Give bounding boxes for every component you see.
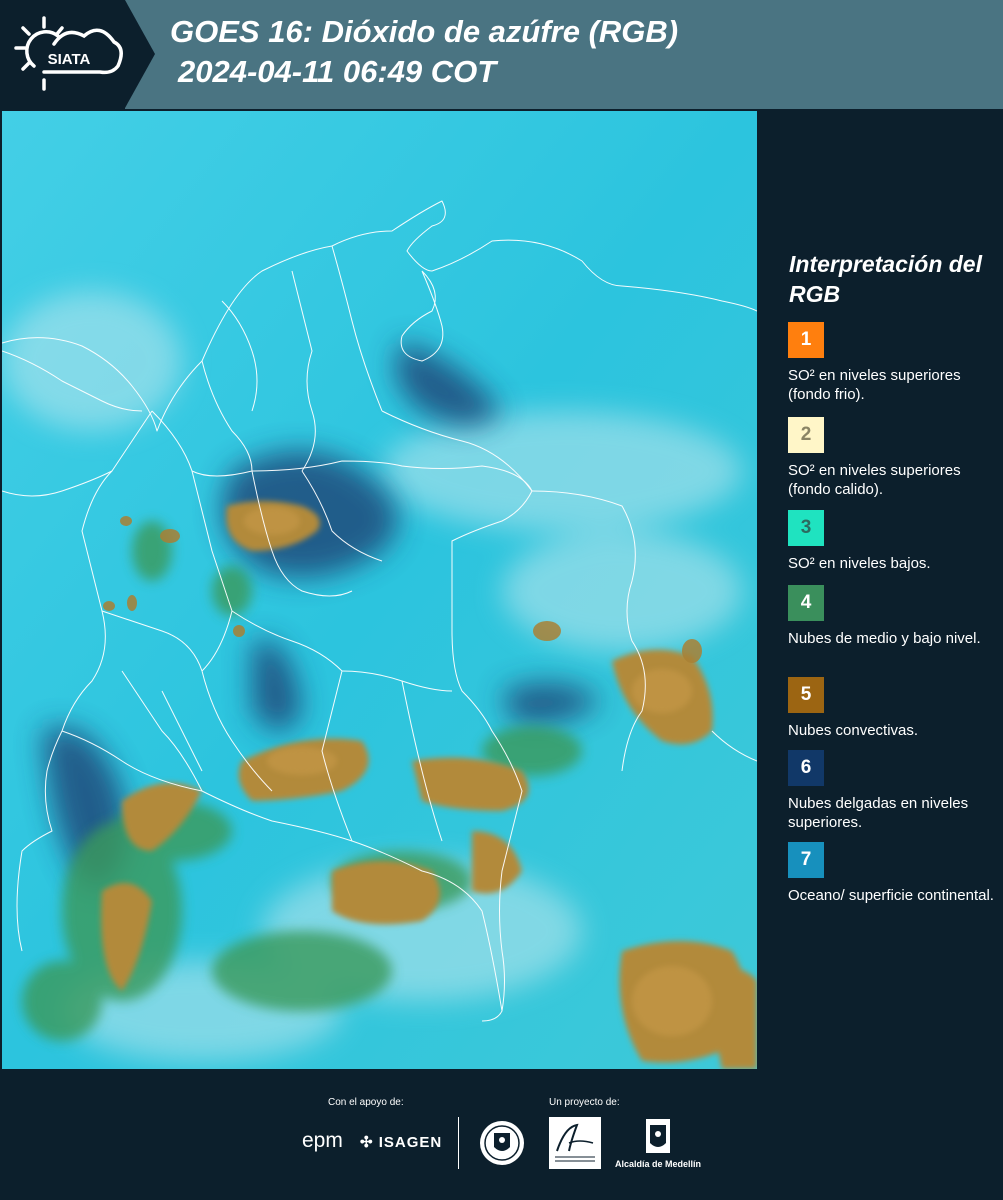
legend-swatch: 7 — [788, 842, 824, 878]
legend-label: SO² en niveles bajos. — [788, 555, 931, 572]
legend-label: Nubes de medio y bajo nivel. — [788, 630, 981, 647]
project-label: Un proyecto de: — [549, 1097, 620, 1108]
legend-swatch: 6 — [788, 750, 824, 786]
siata-logo: SIATA — [14, 16, 123, 91]
medellin-seal-icon — [480, 1121, 524, 1165]
isagen-icon: ✣ — [360, 1134, 379, 1151]
satellite-map — [2, 111, 757, 1069]
footer-divider — [458, 1117, 459, 1169]
support-label: Con el apoyo de: — [328, 1097, 404, 1108]
footer: Con el apoyo de: Un proyecto de: epm ✣ I… — [0, 1069, 1003, 1200]
legend-title: Interpretación del RGB — [789, 251, 982, 307]
alcaldia-logo: Alcaldía de Medellín — [612, 1117, 704, 1173]
page-timestamp: 2024-04-11 06:49 COT — [178, 54, 497, 89]
legend-item: 4 Nubes de medio y bajo nivel. — [788, 585, 998, 648]
legend-item: 5 Nubes convectivas. — [788, 677, 998, 740]
legend-swatch: 3 — [788, 510, 824, 546]
logo-arrow — [125, 0, 155, 108]
legend-item: 1 SO² en niveles superiores (fondo frio)… — [788, 322, 998, 404]
legend-item: 7 Oceano/ superficie continental. — [788, 842, 998, 905]
legend-label: Oceano/ superficie continental. — [788, 887, 994, 904]
legend-item: 3 SO² en niveles bajos. — [788, 510, 998, 573]
header: SIATA GOES 16: Dióxido de azúfre (RGB) 2… — [0, 0, 1003, 109]
legend-label: Nubes convectivas. — [788, 722, 919, 739]
legend-swatch: 2 — [788, 417, 824, 453]
legend-item: 2 SO² en niveles superiores (fondo calid… — [788, 417, 998, 499]
legend-item: 6 Nubes delgadas en niveles superiores. — [788, 750, 998, 832]
legend-swatch: 1 — [788, 322, 824, 358]
legend-label: SO² en niveles superiores (fondo calido)… — [788, 462, 961, 498]
isagen-logo: ✣ ISAGEN — [360, 1133, 442, 1151]
svg-text:SIATA: SIATA — [48, 51, 91, 68]
epm-logo: epm — [302, 1129, 343, 1152]
legend-panel: Interpretación del RGB 1 SO² en niveles … — [760, 111, 1003, 1069]
legend-swatch: 5 — [788, 677, 824, 713]
alcaldia-label: Alcaldía de Medellín — [614, 1159, 702, 1169]
legend-label: Nubes delgadas en niveles superiores. — [788, 795, 969, 831]
legend-swatch: 4 — [788, 585, 824, 621]
legend-label: SO² en niveles superiores (fondo frio). — [788, 367, 961, 403]
isagen-label: ISAGEN — [378, 1134, 443, 1151]
logo-panel: SIATA — [0, 0, 125, 109]
alcaldia-shield-icon — [646, 1119, 670, 1153]
area-metropolitana-logo — [549, 1117, 601, 1169]
page-title: GOES 16: Dióxido de azúfre (RGB) — [170, 14, 679, 49]
